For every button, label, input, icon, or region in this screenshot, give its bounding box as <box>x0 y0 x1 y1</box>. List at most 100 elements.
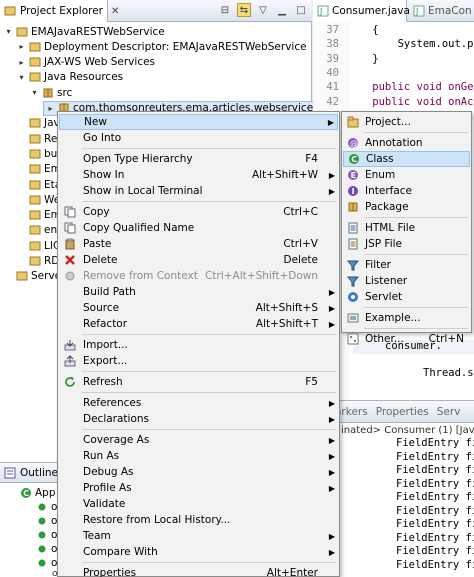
properties-tab[interactable]: Properties <box>376 406 429 418</box>
editor-tab-emacon[interactable]: J EmaCon <box>409 0 472 22</box>
minimize-icon[interactable]: ▁ <box>275 3 289 17</box>
outline-item[interactable]: o <box>36 513 57 528</box>
menu-item-show-in[interactable]: Show In Alt+Shift+W ▶ <box>59 167 338 183</box>
menu-item-declarations[interactable]: Declarations ▶ <box>59 411 338 427</box>
menu-item-label: References <box>83 397 142 409</box>
outline-item[interactable]: C App <box>20 485 56 500</box>
menu-item-run-as[interactable]: Run As ▶ <box>59 448 338 464</box>
menu-item-copy-qualified-name[interactable]: Copy Qualified Name <box>59 220 338 236</box>
outline-item[interactable]: o <box>36 527 57 542</box>
outline-item[interactable]: o <box>36 555 57 570</box>
submenu-item-interface[interactable]: I Interface <box>343 183 470 199</box>
menu-item-paste[interactable]: Paste Ctrl+V <box>59 236 338 252</box>
tree-item[interactable]: Jav <box>17 116 60 131</box>
line-number: 39 <box>326 52 339 65</box>
maximize-icon[interactable]: □ <box>294 3 308 17</box>
submenu-arrow-icon: ▶ <box>328 287 336 297</box>
class-icon: C <box>20 487 32 499</box>
view-menu-icon[interactable]: ▽ <box>256 3 270 17</box>
import-icon <box>59 337 81 353</box>
tree-item[interactable]: RD <box>17 254 59 269</box>
collapsed-arrow-icon[interactable]: ▸ <box>17 58 26 67</box>
line-number: 42 <box>326 95 339 108</box>
collapse-all-icon[interactable]: ⊟ <box>218 3 232 17</box>
menu-item-shortcut: Alt+Shift+W <box>251 169 318 181</box>
menu-item-profile-as[interactable]: Profile As ▶ <box>59 480 338 496</box>
submenu-item-label: Filter <box>365 259 392 271</box>
expanded-arrow-icon[interactable]: ▾ <box>30 88 39 97</box>
menu-item-go-into[interactable]: Go Into <box>59 130 338 146</box>
project-item-icon <box>29 255 41 267</box>
submenu-item-servlet[interactable]: Servlet <box>343 289 470 305</box>
submenu-item-jsp-file[interactable]: JSP File <box>343 236 470 252</box>
submenu-item-project[interactable]: Project... <box>343 114 470 130</box>
blank-icon <box>60 114 82 130</box>
menu-item-copy[interactable]: Copy Ctrl+C <box>59 204 338 220</box>
blank-icon <box>59 130 81 146</box>
tree-item[interactable]: We <box>17 192 60 207</box>
submenu-item-example[interactable]: Example... <box>343 310 470 326</box>
submenu-item-class[interactable]: C Class <box>343 151 470 167</box>
outline-tab-label[interactable]: Outline <box>20 467 58 479</box>
submenu-arrow-icon: ▶ <box>328 303 336 313</box>
submenu-item-label: Servlet <box>365 291 403 303</box>
menu-item-debug-as[interactable]: Debug As ▶ <box>59 464 338 480</box>
menu-item-validate[interactable]: Validate <box>59 496 338 512</box>
tree-item[interactable]: Ref <box>17 131 61 146</box>
menu-item-team[interactable]: Team ▶ <box>59 528 338 544</box>
menu-item-show-in-local-terminal[interactable]: Show in Local Terminal ▶ <box>59 183 338 199</box>
code-line: 37 { <box>313 24 378 38</box>
menu-item-import[interactable]: Import... <box>59 337 338 353</box>
menu-item-references[interactable]: References ▶ <box>59 395 338 411</box>
submenu-item-html-file[interactable]: HTML File <box>343 220 470 236</box>
tree-item[interactable]: LIC <box>17 238 60 253</box>
menu-item-delete[interactable]: Delete Delete <box>59 252 338 268</box>
menu-item-compare-with[interactable]: Compare With ▶ <box>59 544 338 560</box>
collapsed-arrow-icon[interactable]: ▸ <box>17 42 26 51</box>
tree-item[interactable]: bui <box>17 146 60 161</box>
tree-item[interactable]: Em <box>17 162 61 177</box>
submenu-item-package[interactable]: Package <box>343 199 470 215</box>
expanded-arrow-icon[interactable]: ▾ <box>4 27 13 36</box>
submenu-item-annotation[interactable]: @ Annotation <box>343 135 470 151</box>
submenu-item-shortcut: Ctrl+N <box>428 333 464 345</box>
menu-item-shortcut: F4 <box>305 153 318 165</box>
blank-icon <box>59 512 81 528</box>
submenu-item-other[interactable]: Other... Ctrl+N <box>343 331 470 347</box>
tree-item[interactable]: ▾ EMAJavaRESTWebService <box>4 24 164 39</box>
outline-item[interactable]: o <box>36 499 57 514</box>
interface-icon: I <box>343 185 363 197</box>
tree-item[interactable]: ▸ JAX-WS Web Services <box>17 55 155 70</box>
submenu-item-filter[interactable]: Filter <box>343 257 470 273</box>
menu-item-open-type-hierarchy[interactable]: Open Type Hierarchy F4 <box>59 151 338 167</box>
menu-item-coverage-as[interactable]: Coverage As ▶ <box>59 432 338 448</box>
menu-item-refactor[interactable]: Refactor Alt+Shift+T ▶ <box>59 316 338 332</box>
editor-tab-consumer[interactable]: J Consumer.java <box>313 0 410 22</box>
tree-item[interactable]: ▾ Java Resources <box>17 70 123 85</box>
menu-item-properties[interactable]: Properties Alt+Enter <box>59 565 338 577</box>
servers-tab[interactable]: Serv <box>437 406 461 418</box>
outline-item[interactable]: o <box>36 541 57 556</box>
menu-item-new[interactable]: New ▶ <box>59 114 338 130</box>
submenu-item-listener[interactable]: Listener <box>343 273 470 289</box>
menu-item-source[interactable]: Source Alt+Shift+S ▶ <box>59 300 338 316</box>
menu-separator <box>364 328 468 329</box>
menu-separator <box>82 148 336 149</box>
menu-item-build-path[interactable]: Build Path ▶ <box>59 284 338 300</box>
menu-separator <box>82 429 336 430</box>
menu-item-export[interactable]: Export... <box>59 353 338 369</box>
tree-item[interactable]: ▸ Deployment Descriptor: EMAJavaRESTWebSe… <box>17 39 306 54</box>
close-icon[interactable]: ✕ <box>111 6 119 17</box>
menu-item-remove-from-context[interactable]: Remove from Context Ctrl+Alt+Shift+Down <box>59 268 338 284</box>
project-explorer-tab[interactable]: Project Explorer ✕ <box>0 0 119 22</box>
tree-item[interactable]: ▾ src <box>30 85 72 100</box>
expanded-arrow-icon[interactable]: ▾ <box>17 73 26 82</box>
menu-item-refresh[interactable]: Refresh F5 <box>59 374 338 390</box>
menu-item-restore-from-local-history[interactable]: Restore from Local History... <box>59 512 338 528</box>
submenu-item-enum[interactable]: E Enum <box>343 167 470 183</box>
tree-item[interactable]: Em <box>17 208 61 223</box>
tree-item[interactable]: Eta <box>17 177 61 192</box>
link-with-editor-icon[interactable]: ⇆ <box>237 3 251 17</box>
annotation-icon: @ <box>343 137 363 149</box>
collapsed-arrow-icon[interactable]: ▸ <box>46 104 55 113</box>
